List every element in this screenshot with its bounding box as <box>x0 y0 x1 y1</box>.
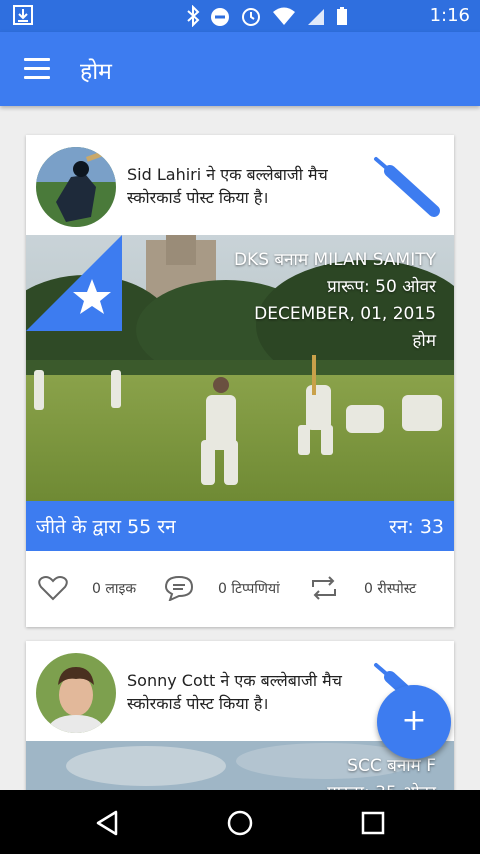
wifi-icon <box>273 7 295 25</box>
like-count[interactable]: 0 लाइक <box>92 579 136 598</box>
comment-icon[interactable] <box>164 575 194 601</box>
status-icons <box>186 5 348 27</box>
do-not-disturb-icon <box>211 8 229 26</box>
match-info: DKS बनाम MILAN SAMITY प्रारूप: 50 ओवर DE… <box>234 247 436 355</box>
like-heart-icon[interactable] <box>38 575 68 601</box>
post-actions: 0 लाइक 0 टिप्पणियां 0 रीस्पोस्ट <box>26 551 454 627</box>
download-notification-icon <box>13 5 33 25</box>
post-description: Sonny Cott ने एक बल्लेबाजी मैच स्कोरकार्… <box>127 671 342 713</box>
status-time: 1:16 <box>429 5 470 26</box>
alarm-icon <box>242 8 260 26</box>
avatar[interactable] <box>36 147 116 227</box>
match-format: प्रारूप: 50 ओवर <box>327 277 436 297</box>
match-teams: DKS बनाम MILAN SAMITY <box>233 250 436 270</box>
status-bar: 1:16 <box>0 0 480 32</box>
match-date: DECEMBER, 01, 2015 <box>254 304 436 324</box>
match-venue: होम <box>412 331 436 351</box>
match-result-bar: जीते के द्वारा 55 रन रन: 33 <box>26 501 454 551</box>
back-icon[interactable] <box>92 808 122 838</box>
runs-scored: रन: 33 <box>389 516 444 538</box>
app-bar: होम <box>0 32 480 106</box>
post-description: Sid Lahiri ने एक बल्लेबाजी मैच स्कोरकार्… <box>127 165 328 207</box>
repost-count[interactable]: 0 रीस्पोस्ट <box>364 579 416 598</box>
menu-icon[interactable] <box>24 58 50 80</box>
recents-icon[interactable] <box>358 808 388 838</box>
avatar[interactable] <box>36 653 116 733</box>
comment-count[interactable]: 0 टिप्पणियां <box>218 579 280 598</box>
post-card[interactable]: Sid Lahiri ने एक बल्लेबाजी मैच स्कोरकार्… <box>26 135 454 627</box>
match-photo[interactable]: DKS बनाम MILAN SAMITY प्रारूप: 50 ओवर DE… <box>26 235 454 501</box>
navigation-bar <box>0 790 480 854</box>
favorite-star-icon[interactable] <box>26 235 122 331</box>
home-icon[interactable] <box>225 808 255 838</box>
battery-icon <box>337 7 347 25</box>
page-title: होम <box>80 59 112 85</box>
add-post-button[interactable]: + <box>377 685 451 759</box>
bluetooth-icon <box>187 5 200 27</box>
repost-icon[interactable] <box>309 575 339 601</box>
cricket-bat-icon <box>374 157 440 217</box>
match-result: जीते के द्वारा 55 रन <box>36 516 176 538</box>
signal-icon <box>308 9 324 25</box>
